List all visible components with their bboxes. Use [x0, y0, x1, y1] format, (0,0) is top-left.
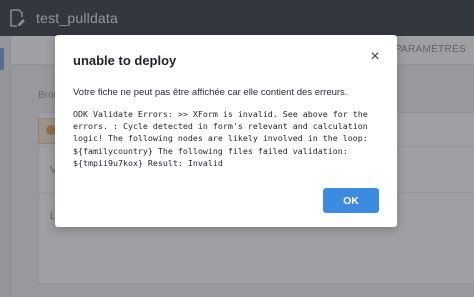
error-line: ${tmpii9u7kox} Result: Invalid	[73, 157, 223, 168]
error-details: ODK Validate Errors: >> XForm is invalid…	[73, 108, 385, 169]
dialog-title: unable to deploy	[73, 53, 177, 68]
error-line: logic! The following nodes are likely in…	[73, 133, 368, 144]
error-dialog: unable to deploy × Votre fiche ne peut p…	[55, 35, 397, 227]
app-page: test_pulldata PARAMÈTRES Brou V L unable…	[0, 0, 474, 297]
close-icon[interactable]: ×	[367, 49, 383, 65]
error-line: ${familycountry} The following files fai…	[73, 145, 348, 156]
error-line: ODK Validate Errors: >> XForm is invalid…	[73, 109, 368, 119]
dialog-message: Votre fiche ne peut pas être affichée ca…	[73, 87, 348, 98]
ok-button[interactable]: OK	[323, 188, 379, 213]
error-line: errors. : Cycle detected in form's relev…	[73, 121, 368, 132]
